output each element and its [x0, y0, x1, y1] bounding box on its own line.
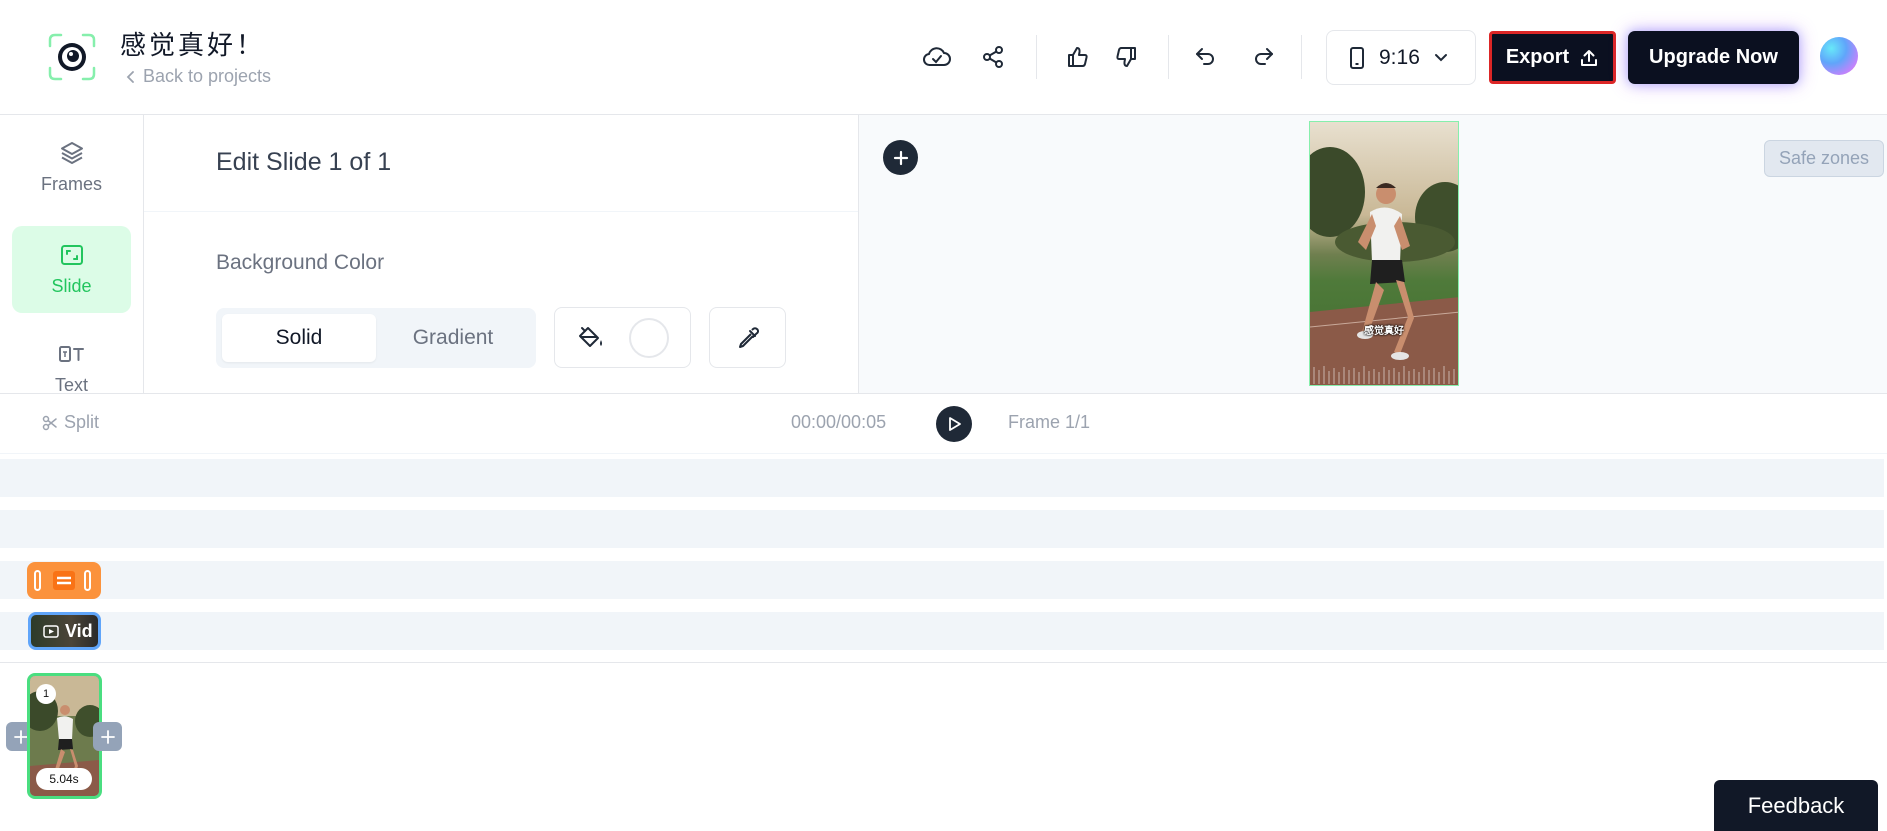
chevron-left-icon: [126, 70, 134, 83]
back-label: Back to projects: [143, 66, 272, 86]
panel-divider: [144, 211, 858, 212]
clip-start-handle[interactable]: [34, 570, 41, 591]
text-icon: [58, 346, 84, 362]
timeline-border: [0, 393, 1887, 394]
split-label: Split: [64, 412, 100, 432]
share-icon: [983, 46, 1003, 68]
canvas-area: 感觉真好 Safe zones: [859, 115, 1887, 393]
eyedropper-button[interactable]: [709, 307, 786, 368]
header-divider: [1168, 35, 1169, 79]
timeline-track[interactable]: [0, 459, 1884, 497]
chevron-down-icon: [1434, 53, 1447, 61]
video-icon: [43, 624, 59, 638]
thumbs-up-button[interactable]: [1061, 40, 1095, 74]
sidebar-item-label: Text: [54, 375, 88, 393]
phone-icon: [1350, 46, 1364, 69]
split-button[interactable]: Split: [42, 412, 99, 433]
play-icon: [949, 417, 961, 431]
eyedropper-icon: [738, 326, 759, 348]
layers-icon: [60, 142, 83, 164]
timeline-track[interactable]: [0, 510, 1884, 548]
sidebar-item-label: Slide: [51, 276, 92, 296]
add-frame-after-button[interactable]: [93, 722, 122, 751]
color-swatch[interactable]: [629, 318, 669, 358]
aspect-ratio-value: 9:16: [1379, 45, 1420, 69]
frame-counter: Frame 1/1: [1008, 412, 1091, 432]
scissors-icon: [42, 415, 57, 430]
undo-button[interactable]: [1188, 40, 1222, 74]
redo-icon: [1255, 48, 1273, 65]
play-button[interactable]: [936, 406, 972, 442]
text-icon: [53, 571, 75, 590]
cloud-save-button[interactable]: [920, 40, 954, 74]
header-divider: [1301, 35, 1302, 79]
feedback-button[interactable]: Feedback: [1714, 780, 1878, 831]
timeline-track-text[interactable]: [0, 561, 1884, 599]
plus-icon: [893, 150, 908, 165]
plus-icon: [13, 729, 28, 744]
solid-tab[interactable]: Solid: [222, 314, 376, 362]
runner-video-frame: [1310, 122, 1458, 385]
user-avatar[interactable]: [1820, 37, 1858, 75]
undo-icon: [1196, 48, 1214, 65]
fill-mode-toggle: Solid Gradient: [216, 308, 536, 368]
caption-text[interactable]: 感觉真好: [1310, 322, 1458, 337]
sidebar-item-label: Frames: [40, 174, 102, 194]
text-clip[interactable]: [27, 562, 101, 599]
thumbs-down-icon: [1116, 47, 1136, 67]
timecode: 00:00/00:05: [791, 412, 887, 432]
slide-preview[interactable]: 感觉真好: [1309, 121, 1459, 386]
slide-icon: [60, 245, 83, 265]
timeline-divider: [0, 453, 1887, 454]
header-divider: [1036, 35, 1037, 79]
gradient-tab[interactable]: Gradient: [376, 314, 530, 362]
export-label: Export: [1505, 46, 1570, 68]
redo-button[interactable]: [1247, 40, 1281, 74]
fill-color-picker[interactable]: [554, 307, 691, 368]
thumbs-down-button[interactable]: [1109, 40, 1143, 74]
safe-zones-button[interactable]: Safe zones: [1764, 140, 1884, 177]
share-button[interactable]: [976, 40, 1010, 74]
export-button[interactable]: Export: [1489, 31, 1616, 84]
paint-bucket-icon: [579, 327, 602, 347]
plus-icon: [100, 729, 115, 744]
timeline-track-video[interactable]: [0, 612, 1884, 650]
video-clip[interactable]: Vid: [28, 612, 101, 650]
clip-end-handle[interactable]: [84, 570, 91, 591]
video-clip-label: Vid: [65, 620, 93, 641]
top-bar: 感觉真好！ Back to projects 9:16 Export Upgra…: [0, 0, 1887, 115]
sidebar-item-frames[interactable]: Frames: [12, 124, 131, 211]
back-to-projects-link[interactable]: Back to projects: [125, 66, 271, 87]
add-element-button[interactable]: [883, 140, 918, 175]
cloud-check-icon: [923, 47, 951, 66]
frame-thumbnail[interactable]: 1 5.04s: [27, 673, 102, 799]
left-sidebar: Frames Slide Text: [0, 115, 144, 393]
thumbs-up-icon: [1068, 47, 1088, 67]
upgrade-now-button[interactable]: Upgrade Now: [1628, 31, 1799, 84]
sidebar-item-slide[interactable]: Slide: [12, 226, 131, 313]
frame-duration-badge: 5.04s: [36, 768, 92, 790]
upload-icon: [1581, 49, 1598, 66]
app-logo-icon[interactable]: [47, 32, 97, 82]
sidebar-item-text[interactable]: Text: [12, 325, 131, 393]
background-color-label: Background Color: [216, 251, 385, 274]
frames-divider: [0, 662, 1887, 663]
panel-title: Edit Slide 1 of 1: [216, 148, 392, 176]
frame-number-badge: 1: [36, 684, 56, 704]
project-title[interactable]: 感觉真好！: [120, 25, 265, 62]
aspect-ratio-dropdown[interactable]: 9:16: [1326, 30, 1476, 85]
edit-slide-panel: Edit Slide 1 of 1 Background Color Solid…: [144, 115, 859, 393]
